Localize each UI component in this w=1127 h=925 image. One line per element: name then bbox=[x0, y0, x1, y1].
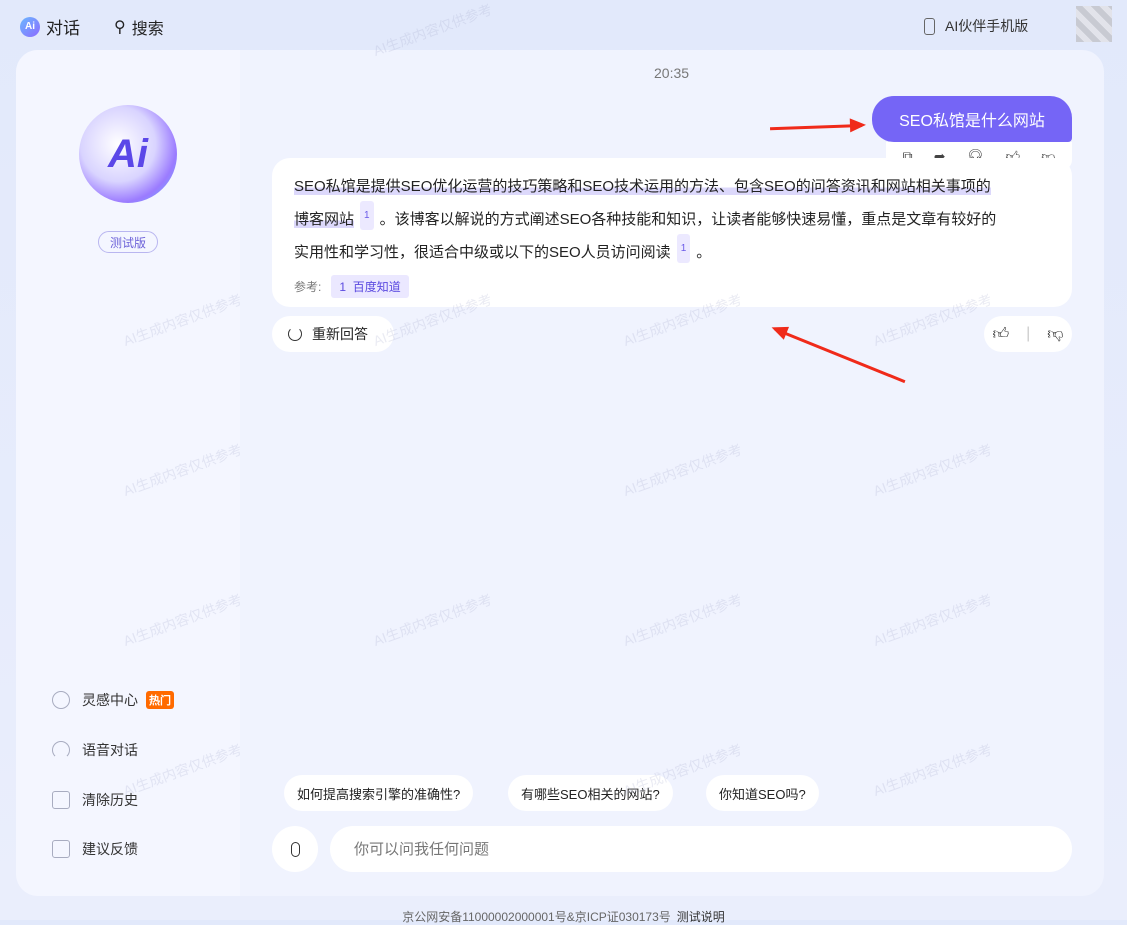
trash-icon bbox=[52, 791, 70, 809]
sidebar-item-inspiration[interactable]: 灵感中心 热门 bbox=[52, 690, 174, 710]
top-bar: Ai 对话 ⚲ 搜索 AI伙伴手机版 bbox=[0, 0, 1127, 50]
regenerate-label: 重新回答 bbox=[312, 326, 368, 342]
suggestion-chip[interactable]: 有哪些SEO相关的网站? bbox=[508, 775, 673, 811]
references-label: 参考: bbox=[294, 280, 322, 294]
hot-badge: 热门 bbox=[146, 691, 174, 709]
ai-assistant-logo: Ai bbox=[79, 105, 177, 203]
feedback-icon bbox=[52, 840, 70, 858]
main-panel: Ai 测试版 灵感中心 热门 语音对话 清除历史 建议反馈 20:35 SEO私馆… bbox=[16, 50, 1104, 896]
answer-text: 。该博客以解说的方式阐述SEO各种技能和知识，让读者能够快速易懂，重点是文章有较… bbox=[379, 211, 997, 228]
refresh-icon bbox=[288, 327, 302, 341]
answer-text: SEO私馆是提供SEO优化运营的技巧策略和SEO技术运用的方法、包含SEO的问答… bbox=[294, 178, 991, 195]
voice-input-button[interactable] bbox=[272, 826, 318, 872]
user-message: SEO私馆是什么网站 bbox=[872, 96, 1072, 142]
reference-source: 百度知道 bbox=[352, 280, 401, 294]
reference-link[interactable]: 1 百度知道 bbox=[331, 275, 409, 298]
search-tab[interactable]: ⚲ 搜索 bbox=[114, 15, 164, 39]
sidebar-item-label: 语音对话 bbox=[82, 742, 138, 758]
answer-text: 博客网站 bbox=[294, 211, 355, 228]
license-text: 京公网安备11000002000001号&京ICP证030173号 bbox=[402, 910, 671, 924]
sidebar-item-label: 建议反馈 bbox=[82, 841, 138, 857]
ai-logo-icon: Ai bbox=[20, 16, 40, 37]
chat-label: 对话 bbox=[46, 19, 80, 38]
citation-marker[interactable]: 1 bbox=[676, 234, 691, 263]
sidebar-item-clear-history[interactable]: 清除历史 bbox=[52, 790, 138, 810]
search-icon: ⚲ bbox=[114, 19, 126, 36]
mobile-label: AI伙伴手机版 bbox=[945, 18, 1029, 34]
chat-tab[interactable]: Ai 对话 bbox=[20, 14, 80, 39]
assistant-answer: SEO私馆是提供SEO优化运营的技巧策略和SEO技术运用的方法、包含SEO的问答… bbox=[272, 158, 1072, 307]
suggestion-chip[interactable]: 你知道SEO吗? bbox=[706, 775, 819, 811]
test-note-link[interactable]: 测试说明 bbox=[677, 910, 725, 924]
sidebar: Ai 测试版 灵感中心 热门 语音对话 清除历史 建议反馈 bbox=[16, 50, 240, 896]
sidebar-item-voice-chat[interactable]: 语音对话 bbox=[52, 740, 138, 760]
footer: 京公网安备11000002000001号&京ICP证030173号 测试说明 bbox=[0, 908, 1127, 925]
regenerate-button[interactable]: 重新回答 bbox=[272, 316, 394, 352]
divider: | bbox=[1026, 325, 1031, 342]
answer-text: 。 bbox=[696, 244, 712, 261]
chat-input[interactable] bbox=[330, 826, 1072, 872]
mobile-app-link[interactable]: AI伙伴手机版 bbox=[924, 16, 1028, 36]
microphone-icon bbox=[290, 841, 300, 857]
thumbs-up-icon[interactable]: 👍︎ bbox=[992, 325, 1009, 344]
thumbs-down-icon[interactable]: 👎︎ bbox=[1047, 325, 1063, 344]
feedback-vote: 👍︎ | 👎︎ bbox=[984, 316, 1072, 352]
suggestion-chip[interactable]: 如何提高搜索引擎的准确性? bbox=[284, 775, 474, 811]
reference-number: 1 bbox=[339, 280, 347, 294]
references: 参考: 1 百度知道 bbox=[294, 275, 1050, 298]
message-timestamp: 20:35 bbox=[654, 65, 690, 81]
user-avatar[interactable] bbox=[1076, 6, 1112, 42]
search-label: 搜索 bbox=[131, 21, 164, 38]
sidebar-item-feedback[interactable]: 建议反馈 bbox=[52, 839, 138, 859]
citation-marker[interactable]: 1 bbox=[360, 201, 374, 230]
headphones-icon bbox=[52, 741, 70, 759]
lightbulb-icon bbox=[52, 691, 70, 709]
sidebar-item-label: 清除历史 bbox=[82, 792, 138, 808]
answer-text: 实用性和学习性，很适合中级或以下的SEO人员访问阅读 bbox=[294, 244, 671, 261]
phone-icon bbox=[924, 17, 935, 35]
sidebar-item-label: 灵感中心 bbox=[82, 692, 138, 708]
version-badge: 测试版 bbox=[98, 231, 158, 253]
